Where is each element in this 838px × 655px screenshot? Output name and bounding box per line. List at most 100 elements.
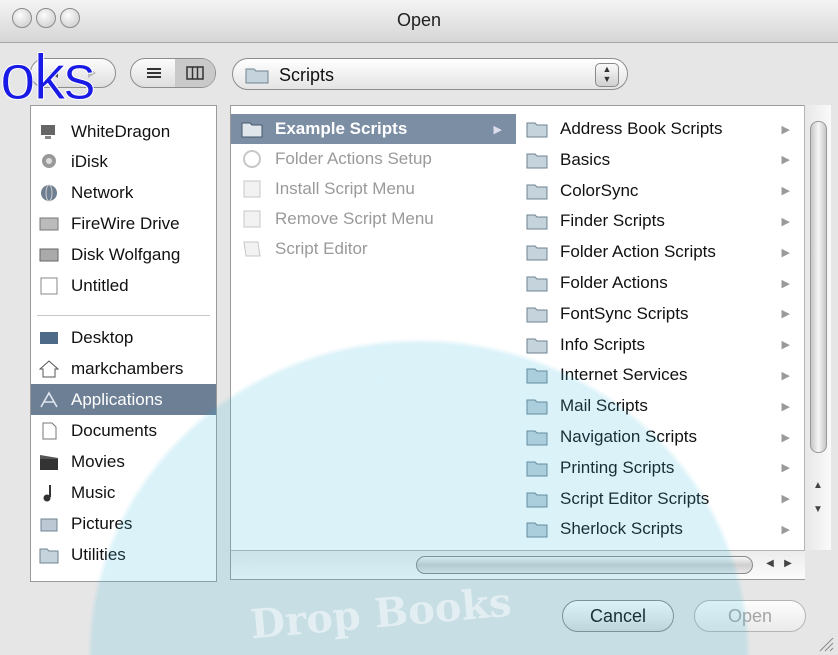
folder-list-item-label: ColorSync bbox=[560, 180, 639, 200]
disclosure-arrow-icon: ▶ bbox=[781, 431, 790, 444]
sidebar-item-documents[interactable]: Documents bbox=[31, 415, 216, 446]
list-view-icon bbox=[147, 68, 161, 78]
folder-list-item[interactable]: Folder Actions ▶ bbox=[516, 268, 804, 298]
sidebar-item-markchambers[interactable]: markchambers bbox=[31, 353, 216, 384]
disclosure-arrow-icon: ▶ bbox=[781, 246, 790, 259]
scroll-right-icon[interactable]: ▶ bbox=[779, 555, 797, 573]
column-view-button[interactable] bbox=[175, 59, 215, 87]
horizontal-scrollbar[interactable]: ◀ ▶ bbox=[230, 550, 805, 580]
folder-icon bbox=[526, 307, 548, 323]
idisk-icon bbox=[42, 153, 56, 168]
browser-column-2: Address Book Scripts ▶ Basics ▶ ColorSync ▶ Fi… bbox=[516, 105, 804, 569]
folder-list-item-label: Internet Services bbox=[560, 365, 688, 385]
script-icon bbox=[243, 210, 261, 228]
folder-list-item[interactable]: Folder Action Scripts ▶ bbox=[516, 237, 804, 267]
folder-list-item[interactable]: Script Editor Scripts ▶ bbox=[516, 484, 804, 514]
vertical-scroll-thumb[interactable] bbox=[810, 121, 827, 453]
folder-list-item-label: Basics bbox=[560, 149, 611, 169]
open-button[interactable]: Open bbox=[694, 600, 806, 632]
folder-list-item[interactable]: Basics ▶ bbox=[516, 145, 804, 175]
movies-icon bbox=[40, 454, 58, 470]
disclosure-arrow-icon: ▶ bbox=[493, 123, 502, 136]
folder-list-item[interactable]: Finder Scripts ▶ bbox=[516, 206, 804, 236]
column-item-install-script-menu[interactable]: Install Script Menu bbox=[231, 174, 516, 204]
column-item-script-editor[interactable]: Script Editor bbox=[231, 234, 516, 264]
disclosure-arrow-icon: ▶ bbox=[781, 277, 790, 290]
folder-icon bbox=[526, 338, 548, 354]
folder-list-item[interactable]: Mail Scripts ▶ bbox=[516, 391, 804, 421]
folder-icon bbox=[526, 245, 548, 261]
folder-list-item-label: Folder Action Scripts bbox=[560, 242, 716, 262]
sidebar-item-label: Documents bbox=[71, 420, 157, 440]
disclosure-arrow-icon: ▶ bbox=[781, 369, 790, 382]
list-view-button[interactable] bbox=[137, 59, 171, 87]
disclosure-arrow-icon: ▶ bbox=[781, 123, 790, 136]
folder-list-item[interactable]: Navigation Scripts ▶ bbox=[516, 422, 804, 452]
watermark-text: oks bbox=[0, 41, 96, 114]
disclosure-arrow-icon: ▶ bbox=[781, 215, 790, 228]
folder-icon bbox=[526, 522, 548, 538]
folder-list-item[interactable]: Printing Scripts ▶ bbox=[516, 453, 804, 483]
folder-list-item-label: Navigation Scripts bbox=[560, 427, 698, 446]
folder-list-item[interactable]: ColorSync ▶ bbox=[516, 176, 804, 206]
sidebar-item-label: Desktop bbox=[71, 327, 134, 347]
sidebar-item-label: Disk Wolfgang bbox=[71, 244, 181, 264]
disclosure-arrow-icon: ▶ bbox=[781, 154, 790, 167]
folder-icon bbox=[526, 399, 548, 415]
blank-disk-icon bbox=[40, 277, 58, 294]
folder-list-item[interactable]: Sherlock Scripts ▶ bbox=[516, 514, 804, 544]
sidebar-item-desktop[interactable]: Desktop bbox=[31, 322, 216, 353]
sidebar-item-firewire-drive[interactable]: FireWire Drive bbox=[31, 208, 216, 239]
sidebar-item-label: Utilities bbox=[71, 544, 126, 564]
script-icon bbox=[243, 180, 261, 198]
sidebar-item-disk-wolfgang[interactable]: Disk Wolfgang bbox=[31, 239, 216, 270]
sidebar-item-applications[interactable]: Applications bbox=[31, 384, 216, 415]
sidebar: WhiteDragon iDisk Network FireWire Drive… bbox=[30, 105, 217, 582]
disclosure-arrow-icon: ▶ bbox=[781, 493, 790, 506]
folder-list-item-label: Info Scripts bbox=[560, 334, 646, 354]
scroll-up-icon[interactable]: ▲ bbox=[809, 477, 827, 495]
column-item-remove-script-menu[interactable]: Remove Script Menu bbox=[231, 204, 516, 234]
folder-list-item[interactable]: Address Book Scripts ▶ bbox=[516, 114, 804, 144]
sidebar-item-movies[interactable]: Movies bbox=[31, 446, 216, 477]
location-popup[interactable]: Scripts ▲ ▼ bbox=[232, 58, 628, 90]
desktop-icon bbox=[40, 331, 58, 344]
sidebar-item-pictures[interactable]: Pictures bbox=[31, 508, 216, 539]
sidebar-item-whitedragon[interactable]: WhiteDragon bbox=[31, 116, 216, 147]
folder-list-item[interactable]: Internet Services ▶ bbox=[516, 360, 804, 390]
sidebar-item-network[interactable]: Network bbox=[31, 177, 216, 208]
folder-list-item[interactable]: Info Scripts ▶ bbox=[516, 330, 804, 360]
sidebar-item-idisk[interactable]: iDisk bbox=[31, 146, 216, 177]
horizontal-scroll-thumb[interactable] bbox=[416, 556, 753, 574]
sidebar-item-utilities[interactable]: Utilities bbox=[31, 539, 216, 570]
disclosure-arrow-icon: ▶ bbox=[781, 308, 790, 321]
script-editor-icon bbox=[243, 241, 261, 257]
disclosure-arrow-icon: ▶ bbox=[781, 523, 790, 536]
sidebar-item-untitled[interactable]: Untitled bbox=[31, 270, 216, 301]
disclosure-arrow-icon: ▶ bbox=[781, 400, 790, 413]
folder-list-item-label: Sherlock Scripts bbox=[560, 519, 683, 539]
sidebar-divider bbox=[37, 315, 210, 316]
title-bar: Open bbox=[0, 0, 838, 43]
folder-list-item-label: Script Editor Scripts bbox=[560, 488, 710, 508]
column-item-folder-actions-setup[interactable]: Folder Actions Setup bbox=[231, 144, 516, 174]
folder-icon bbox=[526, 153, 548, 169]
view-mode-control bbox=[130, 58, 216, 88]
popup-chevron-icon: ▲ ▼ bbox=[595, 63, 619, 87]
scroll-down-icon[interactable]: ▼ bbox=[809, 501, 827, 519]
cancel-button[interactable]: Cancel bbox=[562, 600, 674, 632]
disclosure-arrow-icon: ▶ bbox=[781, 462, 790, 475]
folder-list-item-label: Address Book Scripts bbox=[560, 119, 723, 138]
script-app-icon bbox=[243, 150, 261, 168]
vertical-scrollbar[interactable]: ▲ ▼ bbox=[804, 105, 831, 550]
resize-grip-icon[interactable] bbox=[818, 636, 834, 652]
drive-icon bbox=[39, 217, 59, 230]
sidebar-item-label: Network bbox=[71, 182, 134, 202]
scroll-left-icon[interactable]: ◀ bbox=[761, 555, 779, 573]
sidebar-item-music[interactable]: Music bbox=[31, 477, 216, 508]
folder-list-item[interactable]: FontSync Scripts ▶ bbox=[516, 299, 804, 329]
column-item-example-scripts[interactable]: Example Scripts ▶ bbox=[231, 114, 516, 144]
music-icon bbox=[43, 484, 51, 501]
location-label: Scripts bbox=[279, 65, 335, 85]
sidebar-item-label: markchambers bbox=[71, 358, 184, 378]
